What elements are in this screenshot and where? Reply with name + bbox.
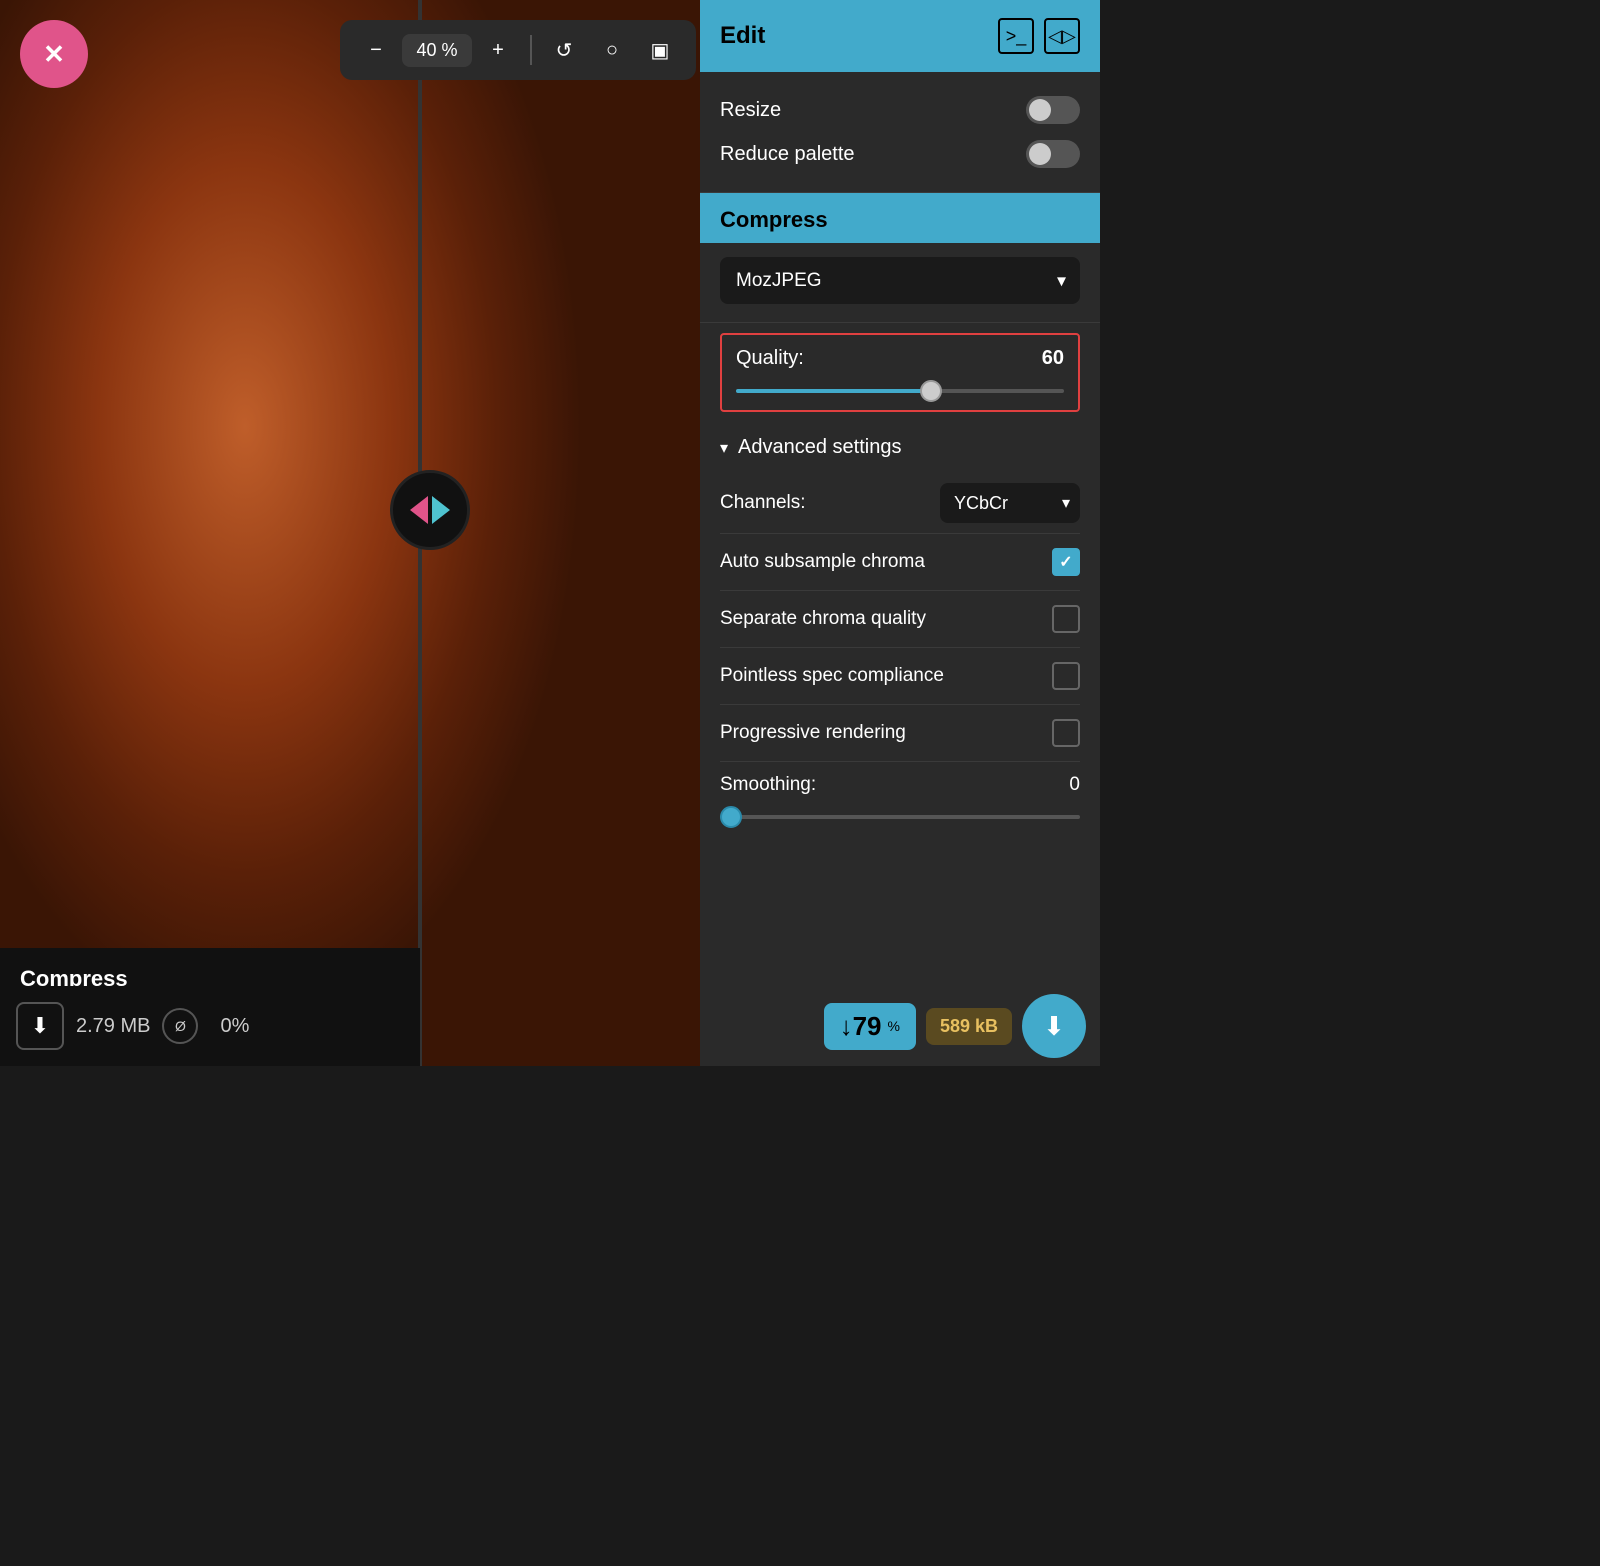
zoom-out-button[interactable]: −: [354, 28, 398, 72]
reduce-palette-label: Reduce palette: [720, 143, 855, 166]
pointless-spec-row: Pointless spec compliance: [720, 648, 1080, 705]
resize-section: Resize Reduce palette: [700, 72, 1100, 193]
resize-toggle-knob: [1029, 99, 1051, 121]
smoothing-value: 0: [1069, 774, 1080, 796]
codec-select[interactable]: MozJPEG WebP AVIF OxiPNG: [720, 257, 1080, 304]
codec-section: MozJPEG WebP AVIF OxiPNG: [700, 243, 1100, 323]
resize-label: Resize: [720, 99, 781, 122]
advanced-settings-title: Advanced settings: [738, 436, 901, 459]
pointless-spec-checkbox[interactable]: [1052, 662, 1080, 690]
zoom-display: 40 %: [402, 34, 472, 67]
smoothing-row: Smoothing: 0: [720, 774, 1080, 796]
right-panel: Edit >_ ◁▷ Resize Reduce palette Compres…: [700, 0, 1100, 1066]
close-icon: ✕: [43, 39, 65, 70]
reduction-unit: %: [888, 1018, 900, 1034]
circle-button[interactable]: ○: [590, 28, 634, 72]
separate-chroma-checkbox[interactable]: [1052, 605, 1080, 633]
frame-icon: ▣: [651, 38, 670, 63]
auto-subsample-label: Auto subsample chroma: [720, 551, 925, 573]
edit-header-icons: >_ ◁▷: [998, 18, 1080, 54]
quality-value: 60: [1042, 347, 1064, 370]
image-area: [0, 0, 700, 1066]
compare-button[interactable]: [390, 470, 470, 550]
reduce-palette-row: Reduce palette: [720, 132, 1080, 176]
bottom-right-area: ↓79 % 589 kB ⬇: [700, 986, 1100, 1066]
reduction-badge: ↓79 %: [824, 1003, 916, 1050]
smoothing-section: Smoothing: 0: [700, 762, 1100, 836]
size-badge: 589 kB: [926, 1008, 1012, 1045]
close-button[interactable]: ✕: [20, 20, 88, 88]
compress-section-header: Compress: [700, 193, 1100, 243]
channels-row: Channels: YCbCr RGB Grayscale: [720, 473, 1080, 534]
pointless-spec-label: Pointless spec compliance: [720, 665, 944, 687]
advanced-settings-body: Channels: YCbCr RGB Grayscale Auto subsa…: [700, 473, 1100, 762]
toolbar-divider: [530, 35, 532, 65]
left-arrow-icon: [410, 496, 428, 524]
circle-icon: ○: [606, 39, 618, 62]
channels-label: Channels:: [720, 492, 806, 514]
quality-slider[interactable]: [736, 389, 1064, 393]
smoothing-label: Smoothing:: [720, 774, 816, 796]
resize-row: Resize: [720, 88, 1080, 132]
zoom-value: 40: [416, 40, 436, 60]
check-icon: ✓: [1059, 552, 1072, 572]
arrows-icon: ◁▷: [1048, 26, 1076, 47]
channels-select-wrapper: YCbCr RGB Grayscale: [940, 483, 1080, 523]
left-bottom-stats: ⬇ 2.79 MB Ø 0%: [0, 986, 420, 1066]
quality-row: Quality: 60: [736, 347, 1064, 370]
right-arrow-icon: [432, 496, 450, 524]
smoothing-slider[interactable]: [720, 815, 1080, 819]
progressive-rendering-row: Progressive rendering: [720, 705, 1080, 762]
auto-subsample-row: Auto subsample chroma ✓: [720, 534, 1080, 591]
minus-icon: −: [370, 39, 382, 62]
stats-size: 2.79 MB: [76, 1015, 150, 1038]
download-button[interactable]: ⬇: [1022, 994, 1086, 1058]
reduce-palette-toggle-knob: [1029, 143, 1051, 165]
percent-icon: Ø: [175, 1018, 186, 1034]
plus-icon: +: [492, 39, 504, 62]
console-icon-btn[interactable]: >_: [998, 18, 1034, 54]
edit-title: Edit: [720, 22, 765, 50]
separate-chroma-label: Separate chroma quality: [720, 608, 926, 630]
frame-button[interactable]: ▣: [638, 28, 682, 72]
rotate-icon: ↺: [556, 38, 573, 63]
edit-header: Edit >_ ◁▷: [700, 0, 1100, 72]
advanced-settings-header[interactable]: ▾ Advanced settings: [700, 422, 1100, 473]
auto-subsample-checkbox[interactable]: ✓: [1052, 548, 1080, 576]
top-toolbar: − 40 % + ↺ ○ ▣: [340, 20, 696, 80]
resize-toggle[interactable]: [1026, 96, 1080, 124]
download-icon: ⬇: [1043, 1011, 1065, 1042]
compress-section-title: Compress: [720, 207, 828, 232]
stats-percent-icon: Ø: [162, 1008, 198, 1044]
arrows-icon-btn[interactable]: ◁▷: [1044, 18, 1080, 54]
reduce-palette-toggle[interactable]: [1026, 140, 1080, 168]
panda-image: [0, 0, 700, 1066]
quality-label: Quality:: [736, 347, 804, 370]
stats-download-icon[interactable]: ⬇: [16, 1002, 64, 1050]
zoom-in-button[interactable]: +: [476, 28, 520, 72]
channels-select[interactable]: YCbCr RGB Grayscale: [940, 483, 1080, 523]
console-icon: >_: [1006, 26, 1027, 47]
reduction-percent: ↓79: [840, 1011, 882, 1042]
zoom-unit: %: [442, 40, 458, 60]
stats-percent: 0%: [220, 1015, 249, 1038]
quality-section: Quality: 60: [720, 333, 1080, 412]
progressive-rendering-checkbox[interactable]: [1052, 719, 1080, 747]
codec-select-wrapper: MozJPEG WebP AVIF OxiPNG: [720, 257, 1080, 304]
rotate-button[interactable]: ↺: [542, 28, 586, 72]
progressive-rendering-label: Progressive rendering: [720, 722, 906, 744]
separate-chroma-row: Separate chroma quality: [720, 591, 1080, 648]
advanced-chevron-icon: ▾: [720, 438, 728, 458]
